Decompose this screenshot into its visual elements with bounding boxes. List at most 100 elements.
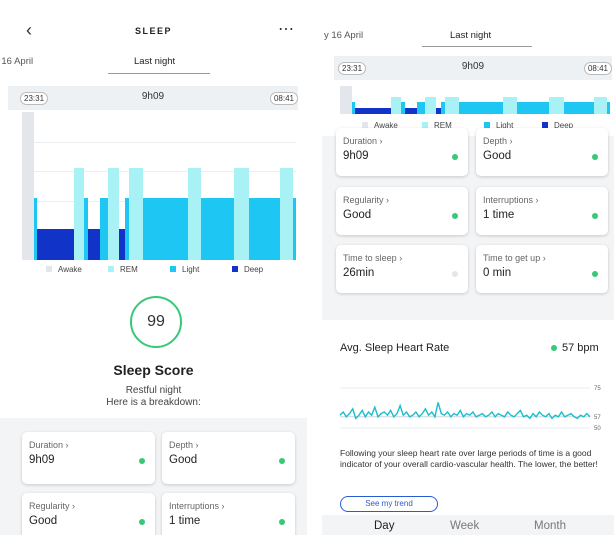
status-dot [592,213,598,219]
date-tabs: y 16 April Last night [0,52,307,74]
heart-rate-description: Following your sleep heart rate over lar… [340,448,598,469]
stage-segment-light [249,197,280,260]
heart-rate-title: Avg. Sleep Heart Rate [340,342,450,354]
card-label: Duration › [343,136,383,146]
hr-tick-label: 75 [594,386,601,392]
time-range-bar: 23:31 9h09 08:41 [334,56,612,80]
card-label: Duration › [29,440,69,450]
stage-segment-rem [503,96,517,114]
time-to-get-up-card[interactable]: Time to get up › 0 min [476,245,608,293]
card-label: Depth › [483,136,513,146]
tab-month[interactable]: Month [534,520,566,532]
tab-last-night[interactable]: Last night [450,30,491,41]
legend-swatch [46,266,52,272]
chart-legend: Awake REM Light Deep [46,265,296,279]
legend-swatch [108,266,114,272]
tab-previous-day[interactable]: y 16 April [0,56,33,67]
stage-segment-light [564,102,594,114]
card-value: Good [29,515,58,527]
hr-tick-label: 50 [594,426,601,432]
status-dot [452,213,458,219]
stage-segment-awake [340,86,353,114]
card-value: 1 time [483,209,515,221]
hr-line [339,402,591,420]
stage-segment-rem [425,96,436,114]
card-label: Interruptions › [169,501,225,511]
stage-segment-light [142,197,188,260]
tab-underline [422,46,532,47]
period-tabs: Day Week Month [322,515,614,535]
tab-week[interactable]: Week [450,520,479,532]
stage-segment-awake [22,112,35,260]
score-breakdown-intro: Here is a breakdown: [106,397,201,408]
heart-rate-value: 57 bpm [562,342,599,354]
stage-segment-light [458,102,504,114]
heart-rate-chart: 75 57 50 [339,386,601,432]
duration-card[interactable]: Duration › 9h09 [336,128,468,176]
stage-segment-light [516,102,550,114]
sleep-stages-chart [340,86,610,114]
status-dot [279,458,285,464]
card-value: 26min [343,267,375,279]
sleep-score-ring: 99 [130,296,182,348]
stage-segment-light [607,102,610,114]
stage-segment-rem [445,96,459,114]
depth-card[interactable]: Depth › Good [162,432,295,484]
regularity-card[interactable]: Regularity › Good [22,493,155,535]
date-tabs: y 16 April Last night [322,26,614,48]
sleep-screen-right: y 16 April Last night 23:31 9h09 08:41 A… [322,0,614,535]
interruptions-card[interactable]: Interruptions › 1 time [162,493,295,535]
page-title: SLEEP [134,26,172,36]
card-value: Good [483,150,512,162]
legend-rem: REM [108,265,138,274]
status-dot [139,458,145,464]
legend-label: REM [120,265,138,274]
stage-segment-rem [74,168,84,260]
stage-segment-light [416,102,426,114]
time-to-sleep-card[interactable]: Time to sleep › 26min [336,245,468,293]
card-label: Interruptions › [483,195,539,205]
hr-tick-label: 57 [594,415,601,421]
card-label: Depth › [169,440,199,450]
status-dot [551,345,557,351]
card-value: Good [343,209,372,221]
card-value: 1 time [169,515,201,527]
score-summary: Restful night [125,385,182,396]
regularity-card[interactable]: Regularity › Good [336,187,468,235]
grid-line [22,171,296,173]
stage-segment-rem [187,168,202,260]
header: ‹ SLEEP ⋯ [0,18,307,46]
duration-card[interactable]: Duration › 9h09 [22,432,155,484]
stage-segment-rem [234,168,250,260]
stage-segment-deep [404,108,417,114]
legend-awake: Awake [46,265,82,274]
stage-segment-rem [128,168,143,260]
stage-segment-deep [37,228,75,260]
card-label: Time to sleep › [343,253,403,263]
end-time: 08:41 [583,62,612,75]
heart-rate-card: Avg. Sleep Heart Rate 57 bpm 75 57 50 Foll… [322,320,614,535]
card-value: Good [169,454,198,466]
status-dot [452,154,458,160]
stage-segment-rem [549,96,565,114]
tab-previous-day[interactable]: y 16 April [324,30,363,41]
stage-segment-rem [391,96,401,114]
stage-segment-light [293,197,296,260]
card-value: 9h09 [343,150,369,162]
status-dot [279,519,285,525]
legend-label: Deep [244,265,264,274]
stage-segment-deep [354,108,392,114]
interruptions-card[interactable]: Interruptions › 1 time [476,187,608,235]
card-value: 9h09 [29,454,55,466]
card-label: Time to get up › [483,253,546,263]
card-label: Regularity › [29,501,76,511]
more-dots-icon[interactable]: ⋯ [278,19,295,39]
see-my-trend-button[interactable]: See my trend [340,496,438,512]
legend-swatch [232,266,238,272]
tab-last-night[interactable]: Last night [134,56,175,67]
depth-card[interactable]: Depth › Good [476,128,608,176]
sleep-duration: 9h09 [461,61,485,72]
card-value: 0 min [483,267,512,279]
tab-day[interactable]: Day [374,520,394,532]
end-time: 08:41 [269,92,298,105]
